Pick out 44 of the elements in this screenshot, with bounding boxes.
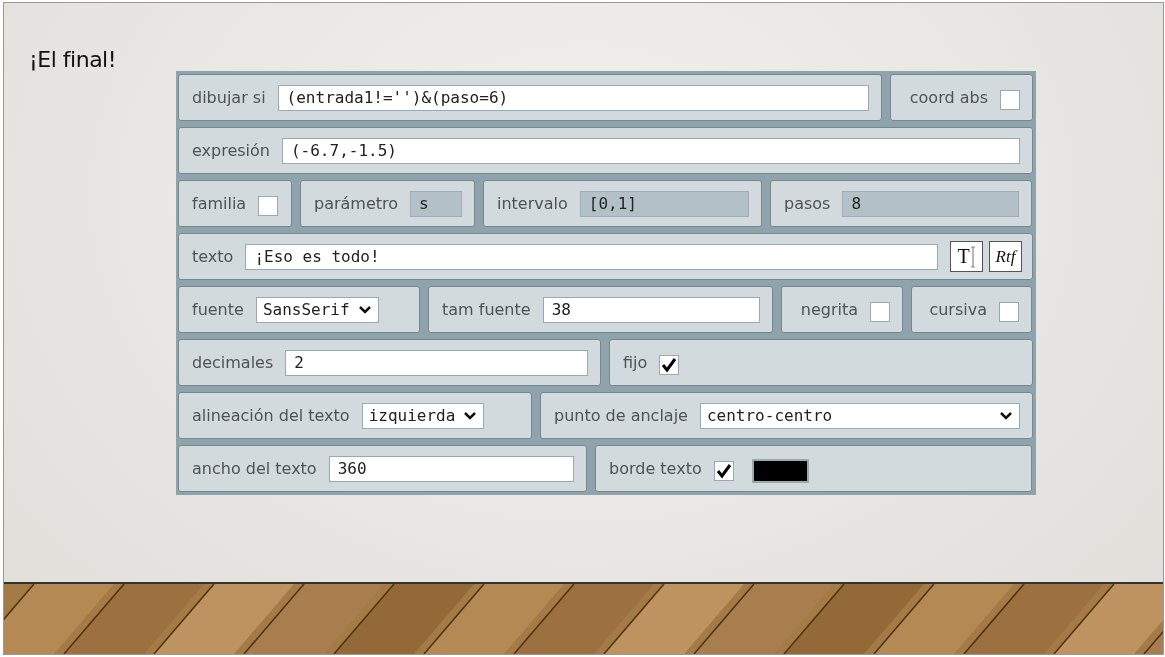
field-label: parámetro [314,194,399,213]
field-label: ancho del texto [192,459,317,478]
field-label: cursiva [929,300,987,319]
field-label: coord abs [909,88,988,107]
rtf-button[interactable]: Rtf [989,241,1022,272]
checkbox[interactable] [713,460,734,481]
caret-icon [357,304,372,315]
cursor-icon [969,245,976,268]
text-button[interactable]: T [950,241,983,272]
input-field[interactable]: 360 [328,455,574,482]
field-label: negrita [800,300,858,319]
field-label: borde texto [609,459,702,478]
field-label: tam fuente [442,300,531,319]
input-field[interactable]: 2 [285,349,588,376]
checkbox[interactable] [659,354,680,375]
field-label: texto [192,247,234,266]
field-label: pasos [784,194,831,213]
caret-icon [999,410,1013,421]
input-field[interactable]: 38 [542,296,760,323]
field-label: expresión [192,141,270,160]
checkbox[interactable] [870,301,890,322]
field-label: dibujar si [192,88,266,107]
field-label: alineación del texto [192,406,350,425]
field-label: punto de anclaje [554,406,688,425]
color-swatch[interactable] [751,458,809,483]
field-label: fijo [623,353,648,372]
input-field[interactable]: [0,1] [579,190,749,217]
input-field[interactable]: ¡Eso es todo! [245,243,938,270]
checkbox[interactable] [999,301,1019,322]
field-label: fuente [192,300,244,319]
dropdown[interactable]: centro-centro [699,402,1020,429]
field-label: decimales [192,353,274,372]
checkbox[interactable] [1000,89,1020,110]
input-field[interactable]: s [410,190,462,217]
dropdown[interactable]: izquierda [361,402,485,429]
checkbox[interactable] [258,195,279,216]
input-field[interactable]: (entrada1!='')&(paso=6) [277,84,869,111]
dropdown[interactable]: SansSerif [255,296,379,323]
input-field[interactable]: 8 [842,190,1019,217]
field-label: intervalo [497,194,568,213]
field-label: familia [192,194,247,213]
slide-title: ¡El final! [28,46,118,71]
input-field[interactable]: (-6.7,-1.5) [281,137,1020,164]
caret-icon [463,410,478,421]
